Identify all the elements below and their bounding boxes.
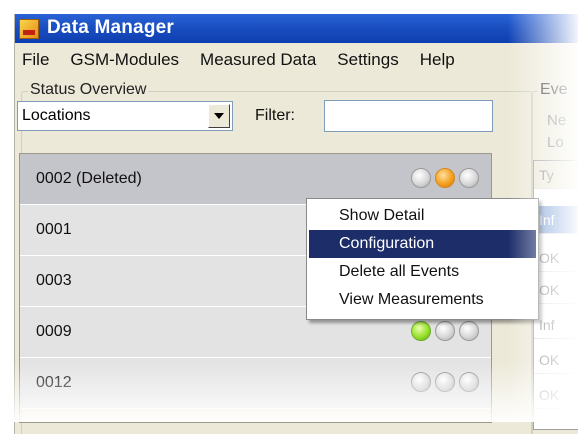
status-light-orange-icon bbox=[435, 168, 455, 188]
status-overview-legend: Status Overview bbox=[28, 81, 149, 99]
menu-item-show-detail[interactable]: Show Detail bbox=[309, 202, 536, 230]
dropdown-button[interactable] bbox=[208, 104, 230, 128]
table-row[interactable]: Inf bbox=[534, 206, 578, 234]
context-menu: Show Detail Configuration Delete all Eve… bbox=[306, 198, 539, 320]
menu-gsm-modules[interactable]: GSM-Modules bbox=[70, 50, 179, 70]
list-item-label: 0003 bbox=[36, 272, 72, 289]
status-light-off-icon bbox=[459, 321, 479, 341]
events-legend: Eve bbox=[538, 81, 570, 99]
view-type-dropdown-value: Locations bbox=[22, 107, 91, 124]
list-item[interactable]: 0012 bbox=[20, 358, 491, 409]
filter-label: Filter: bbox=[255, 107, 295, 124]
menu-item-delete-all-events[interactable]: Delete all Events bbox=[309, 258, 536, 286]
menu-measured-data[interactable]: Measured Data bbox=[200, 50, 316, 70]
events-net-label: Ne bbox=[547, 112, 567, 129]
status-light-off-icon bbox=[459, 168, 479, 188]
menu-item-view-measurements[interactable]: View Measurements bbox=[309, 286, 536, 314]
events-location-label: Lo bbox=[547, 134, 564, 151]
status-lights bbox=[411, 168, 479, 188]
table-row[interactable]: OK bbox=[534, 346, 578, 374]
list-item-label: 0002 (Deleted) bbox=[36, 170, 142, 187]
window-title: Data Manager bbox=[47, 17, 174, 38]
status-light-green-icon bbox=[411, 321, 431, 341]
events-column-type[interactable]: Ty bbox=[534, 161, 578, 189]
menu-help[interactable]: Help bbox=[420, 50, 455, 70]
table-row[interactable]: OK bbox=[534, 276, 578, 304]
table-row[interactable]: OK bbox=[534, 381, 578, 409]
list-item-label: 0001 bbox=[36, 221, 72, 238]
status-lights bbox=[411, 372, 479, 392]
view-type-dropdown[interactable]: Locations bbox=[17, 101, 233, 131]
status-light-off-icon bbox=[411, 372, 431, 392]
menu-settings[interactable]: Settings bbox=[337, 50, 398, 70]
status-light-off-icon bbox=[435, 321, 455, 341]
data-manager-app-icon[interactable] bbox=[19, 19, 39, 39]
list-item-label: 0012 bbox=[36, 374, 72, 391]
menu-bar: File GSM-Modules Measured Data Settings … bbox=[15, 47, 578, 73]
status-light-off-icon bbox=[459, 372, 479, 392]
filter-input[interactable] bbox=[324, 100, 493, 132]
chevron-down-icon bbox=[214, 113, 224, 119]
status-lights bbox=[411, 321, 479, 341]
table-row[interactable]: Inf bbox=[534, 311, 578, 339]
menu-item-configuration[interactable]: Configuration bbox=[309, 230, 536, 258]
title-bar[interactable]: Data Manager bbox=[15, 14, 578, 43]
list-item-label: 0009 bbox=[36, 323, 72, 340]
status-light-off-icon bbox=[435, 372, 455, 392]
status-light-off-icon bbox=[411, 168, 431, 188]
events-table: Ty Inf OK OK Inf OK OK bbox=[533, 160, 578, 430]
table-row[interactable]: OK bbox=[534, 244, 578, 272]
menu-file[interactable]: File bbox=[22, 50, 49, 70]
